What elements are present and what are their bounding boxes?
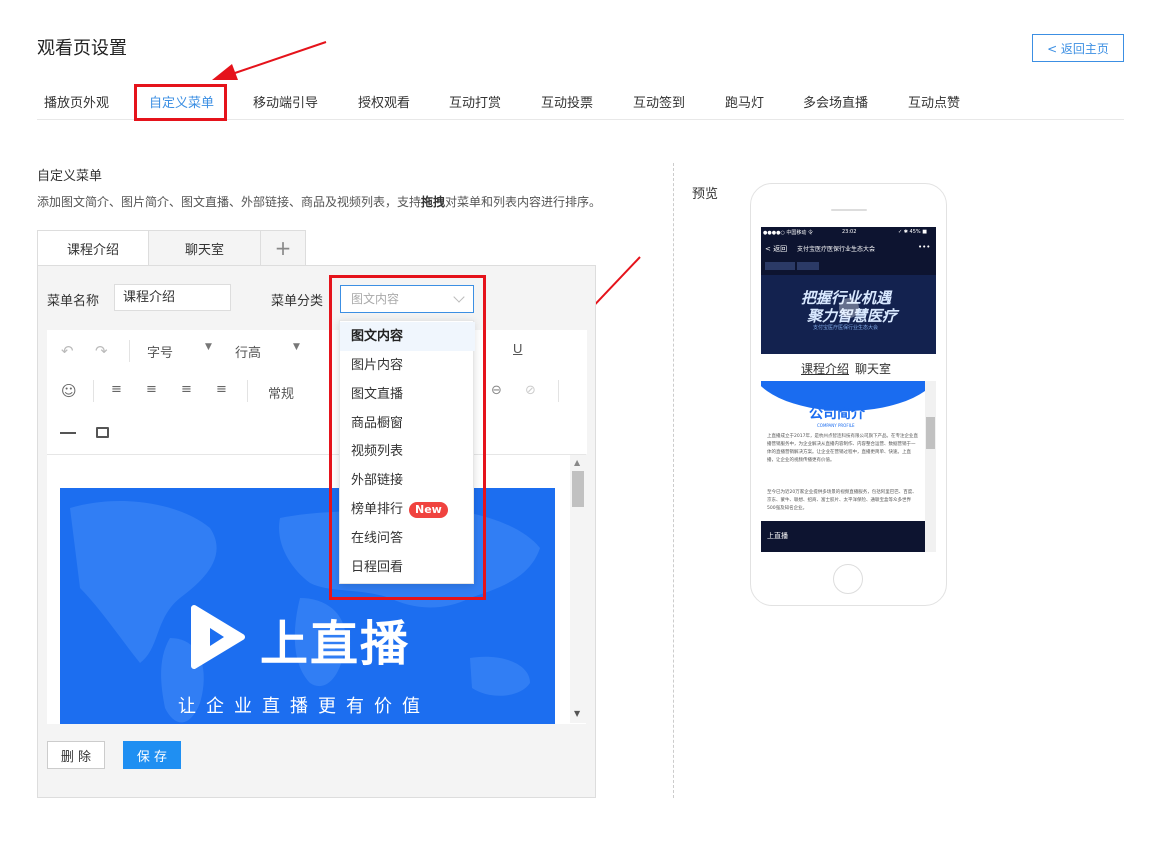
- menu-name-label: 菜单名称: [47, 294, 100, 309]
- arrow-line-1: [231, 41, 327, 75]
- play-icon: [191, 605, 245, 669]
- toolbar-separator: [129, 340, 130, 362]
- nav-title: 支付宝医疗医保行业生态大会: [797, 246, 876, 253]
- sponsor-logo-2: [797, 262, 819, 270]
- status-carrier: ●●●●○ 中国移动 令: [763, 230, 813, 236]
- scroll-down-icon[interactable]: ▼: [574, 709, 580, 718]
- preview-content: 公司简介 COMPANY PROFILE 上直播成立于2017年，是杭州点智连科…: [761, 381, 925, 552]
- emoji-icon[interactable]: ☺: [61, 382, 77, 400]
- paragraph-format-dropdown[interactable]: 常规: [268, 383, 294, 402]
- preview-tab-chatroom[interactable]: 聊天室: [855, 360, 891, 377]
- preview-video-header: ●●●●○ 中国移动 令 23:02 ✓ ✱ 45% ■ < 返回 支付宝医疗医…: [761, 227, 936, 354]
- phone-speaker: [831, 209, 867, 211]
- preview-card-subtitle: COMPANY PROFILE: [817, 423, 855, 428]
- phone-home-button: [833, 564, 863, 594]
- unlink-icon[interactable]: ⊘: [525, 383, 536, 398]
- editor-content-area[interactable]: 上直播 让企业直播更有价值: [47, 454, 586, 724]
- toolbar-separator: [558, 380, 559, 402]
- banner-brand-text: 上直播: [260, 616, 411, 672]
- align-justify-icon[interactable]: ≡: [216, 382, 227, 397]
- play-icon[interactable]: [839, 298, 859, 318]
- nav-more[interactable]: •••: [918, 243, 930, 251]
- phone-screen: ●●●●○ 中国移动 令 23:02 ✓ ✱ 45% ■ < 返回 支付宝医疗医…: [761, 227, 936, 552]
- desc-bold: 拖拽: [421, 195, 446, 209]
- preview-scroll-thumb[interactable]: [926, 417, 935, 449]
- font-size-caret-icon: ▼: [205, 342, 212, 352]
- horizontal-rule-icon[interactable]: [60, 432, 76, 434]
- banner-slogan: 让企业直播更有价值: [178, 696, 430, 717]
- vertical-divider: [673, 163, 674, 798]
- toolbar-separator: [247, 380, 248, 402]
- rich-text-toolbar: ↶ ↷ 字号 ▼ 行高 ▼ U ☺ ≡ ≡ ≡ ≡ 常规 ⊖ ⊘: [47, 330, 587, 454]
- line-height-caret-icon: ▼: [293, 342, 300, 352]
- menu-category-label: 菜单分类: [271, 294, 324, 309]
- preview-video-frame[interactable]: 把握行业机遇 聚力智慧医疗 支付宝医疗医保行业生态大会: [761, 275, 936, 354]
- preview-label: 预览: [692, 187, 719, 202]
- video-subtitle: 支付宝医疗医保行业生态大会: [813, 325, 879, 331]
- sponsor-logo-1: [765, 262, 795, 270]
- line-height-dropdown[interactable]: 行高: [235, 342, 261, 361]
- preview-card-para-1: 上直播成立于2017年，是杭州点智连科技有限公司旗下产品。在专注企业直播营销服务…: [767, 434, 918, 463]
- desc-text: 添加图文简介、图片简介、图文直播、外部链接、商品及视频列表，支持: [37, 195, 422, 209]
- underline-icon[interactable]: U: [513, 341, 522, 356]
- editor-scroll-thumb[interactable]: [572, 471, 584, 507]
- section-description: 添加图文简介、图片简介、图文直播、外部链接、商品及视频列表，支持拖拽对菜单和列表…: [37, 193, 601, 210]
- font-size-dropdown[interactable]: 字号: [147, 342, 173, 361]
- menu-tab-chatroom[interactable]: 聊天室: [148, 230, 261, 266]
- preview-footer-brand: 上直播: [767, 532, 788, 540]
- align-left-icon[interactable]: ≡: [111, 382, 122, 397]
- toolbar-separator: [93, 380, 94, 402]
- align-center-icon[interactable]: ≡: [146, 382, 157, 397]
- nav-back[interactable]: < 返回: [765, 244, 787, 254]
- delete-button[interactable]: 删 除: [47, 741, 105, 769]
- preview-card-title: 公司简介: [809, 406, 865, 422]
- arrow-head-1: [212, 64, 238, 80]
- preview-card-para-2: 至今已为近20万家企业提供多场景的视频直播服务，包括阿里巴巴、百度、京东、蒙牛、…: [767, 490, 917, 511]
- align-right-icon[interactable]: ≡: [181, 382, 192, 397]
- status-battery: ✓ ✱ 45% ■: [898, 229, 927, 235]
- preview-scrollbar[interactable]: [925, 381, 936, 552]
- link-icon[interactable]: ⊖: [491, 383, 502, 398]
- undo-icon[interactable]: ↶: [61, 342, 74, 360]
- desc-text-2: 对菜单和列表内容进行排序。: [445, 195, 602, 209]
- status-time: 23:02: [842, 229, 857, 235]
- add-menu-tab-button[interactable]: +: [260, 230, 306, 266]
- preview-card-footer: 上直播: [761, 521, 925, 552]
- redo-icon[interactable]: ↷: [95, 342, 108, 360]
- scroll-up-icon[interactable]: ▲: [574, 458, 580, 467]
- dropdown-highlight-box: [329, 275, 486, 600]
- menu-name-input[interactable]: 课程介绍: [114, 284, 231, 311]
- menu-tab-course-intro[interactable]: 课程介绍: [37, 230, 149, 266]
- preview-tab-course-intro[interactable]: 课程介绍: [801, 360, 849, 377]
- save-button[interactable]: 保 存: [123, 741, 181, 769]
- image-icon[interactable]: [96, 427, 109, 438]
- section-title: 自定义菜单: [37, 169, 103, 184]
